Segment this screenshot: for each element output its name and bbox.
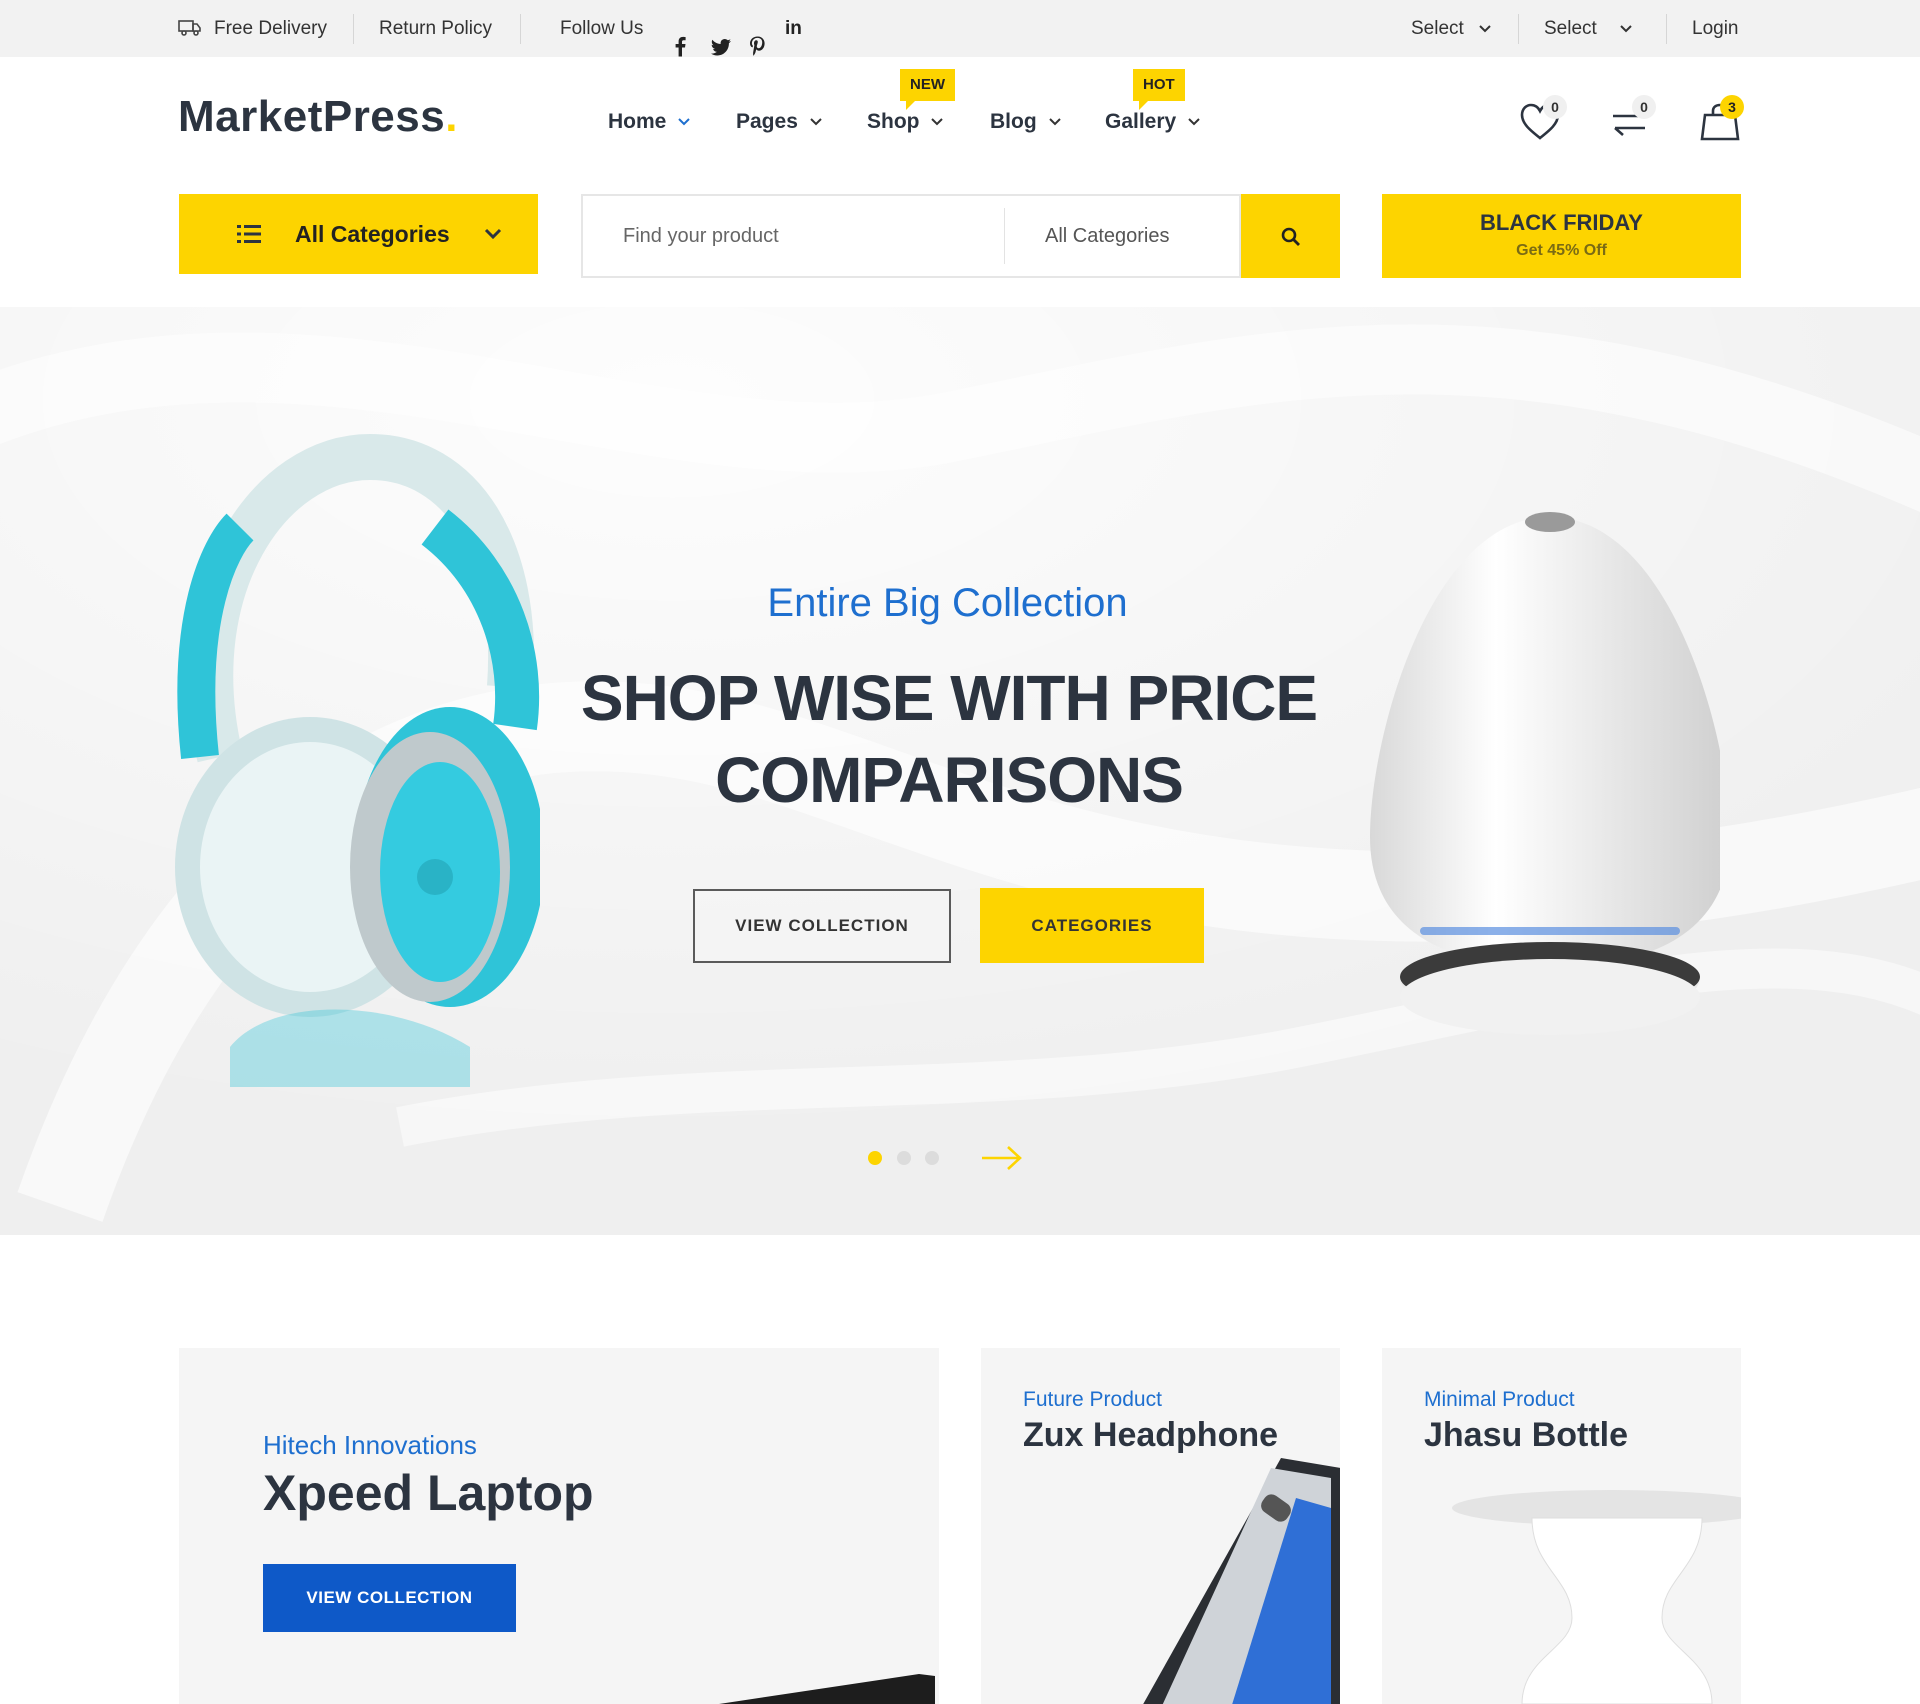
list-icon <box>237 225 261 243</box>
card-title: Zux Headphone <box>1023 1416 1279 1454</box>
chevron-down-icon <box>810 118 822 126</box>
black-friday-subtitle: Get 45% Off <box>1516 242 1607 259</box>
hero-subtitle: Entire Big Collection <box>767 581 1128 625</box>
nav-label: Blog <box>990 110 1037 133</box>
laptop-image <box>719 1674 935 1704</box>
return-policy-link[interactable]: Return Policy <box>379 0 492 57</box>
chevron-down-icon <box>931 118 944 126</box>
currency-select-value: Select <box>1544 18 1597 39</box>
hero-title-line: COMPARISONS <box>715 744 1184 816</box>
bottle-image <box>1452 1490 1741 1704</box>
promo-card-laptop[interactable]: Hitech Innovations Xpeed Laptop VIEW COL… <box>179 1348 939 1704</box>
divider <box>1518 14 1519 44</box>
wishlist-count-badge: 0 <box>1543 95 1567 119</box>
slide-dot-active[interactable] <box>868 1151 882 1165</box>
nav-home[interactable]: Home <box>608 110 690 134</box>
card-title: Jhasu Bottle <box>1424 1416 1629 1454</box>
slide-dot[interactable] <box>925 1151 939 1165</box>
all-categories-button[interactable]: All Categories <box>179 194 538 274</box>
twitter-icon[interactable] <box>711 19 731 76</box>
categories-button[interactable]: CATEGORIES <box>980 888 1204 963</box>
search-icon <box>1281 227 1300 246</box>
cart-count-badge: 3 <box>1720 95 1744 119</box>
follow-us-label: Follow Us <box>560 18 644 39</box>
all-categories-label: All Categories <box>295 221 450 247</box>
chevron-down-icon <box>678 118 690 126</box>
search-bar: All Categories <box>581 194 1255 278</box>
site-logo[interactable]: MarketPress. <box>178 92 458 142</box>
currency-select[interactable]: Select <box>1544 0 1632 57</box>
card-tag: Minimal Product <box>1424 1388 1575 1411</box>
free-delivery-link[interactable]: Free Delivery <box>214 0 327 57</box>
hero-slider: Entire Big Collection SHOP WISE WITH PRI… <box>0 307 1920 1235</box>
search-category-value: All Categories <box>1045 225 1170 247</box>
language-select-value: Select <box>1411 18 1464 39</box>
login-link[interactable]: Login <box>1692 0 1739 57</box>
hot-badge: HOT <box>1133 69 1185 110</box>
view-collection-button[interactable]: VIEW COLLECTION <box>263 1564 516 1632</box>
phone-image <box>1143 1458 1340 1704</box>
truck-icon <box>178 20 201 36</box>
search-input[interactable] <box>623 196 983 276</box>
black-friday-title: BLACK FRIDAY <box>1480 210 1643 235</box>
card-tag: Future Product <box>1023 1388 1162 1411</box>
search-button[interactable] <box>1241 194 1340 278</box>
nav-label: Pages <box>736 110 798 133</box>
divider <box>1666 14 1667 44</box>
card-tag: Hitech Innovations <box>263 1430 477 1460</box>
search-category-select[interactable]: All Categories <box>1045 196 1255 276</box>
divider <box>353 14 354 44</box>
logo-text: MarketPress <box>178 92 446 141</box>
nav-pages[interactable]: Pages <box>736 110 822 134</box>
language-select[interactable]: Select <box>1411 0 1491 57</box>
compare-count-badge: 0 <box>1632 95 1656 119</box>
black-friday-banner[interactable]: BLACK FRIDAY Get 45% Off <box>1382 194 1741 278</box>
divider <box>1004 208 1005 264</box>
top-bar: Free Delivery Return Policy Follow Us in… <box>0 0 1920 57</box>
hero-title: SHOP WISE WITH PRICE COMPARISONS <box>530 657 1368 821</box>
divider <box>520 14 521 44</box>
nav-label: Gallery <box>1105 110 1177 133</box>
promo-card-bottle[interactable]: Minimal Product Jhasu Bottle <box>1382 1348 1741 1704</box>
pinterest-icon[interactable] <box>750 18 765 75</box>
headphones-image <box>175 433 540 1087</box>
chevron-down-icon <box>484 228 502 240</box>
view-collection-button[interactable]: VIEW COLLECTION <box>693 889 951 963</box>
facebook-icon[interactable] <box>674 18 686 75</box>
new-badge: NEW <box>900 69 955 110</box>
nav-label: Shop <box>867 110 920 133</box>
logo-dot: . <box>445 92 458 141</box>
chevron-down-icon <box>1479 25 1491 33</box>
nav-shop[interactable]: Shop <box>867 110 944 134</box>
nav-gallery[interactable]: Gallery <box>1105 110 1200 134</box>
promo-card-headphone[interactable]: Future Product Zux Headphone <box>981 1348 1340 1704</box>
chevron-down-icon <box>1188 118 1200 126</box>
nav-blog[interactable]: Blog <box>990 110 1061 134</box>
hero-title-line: SHOP WISE WITH PRICE <box>580 662 1318 734</box>
chevron-down-icon <box>1620 25 1632 33</box>
arrow-right-icon[interactable] <box>981 1145 1023 1171</box>
card-title: Xpeed Laptop <box>263 1465 594 1521</box>
linkedin-icon[interactable]: in <box>785 0 802 57</box>
slide-dot[interactable] <box>897 1151 911 1165</box>
nav-label: Home <box>608 110 667 133</box>
chevron-down-icon <box>1048 118 1061 126</box>
